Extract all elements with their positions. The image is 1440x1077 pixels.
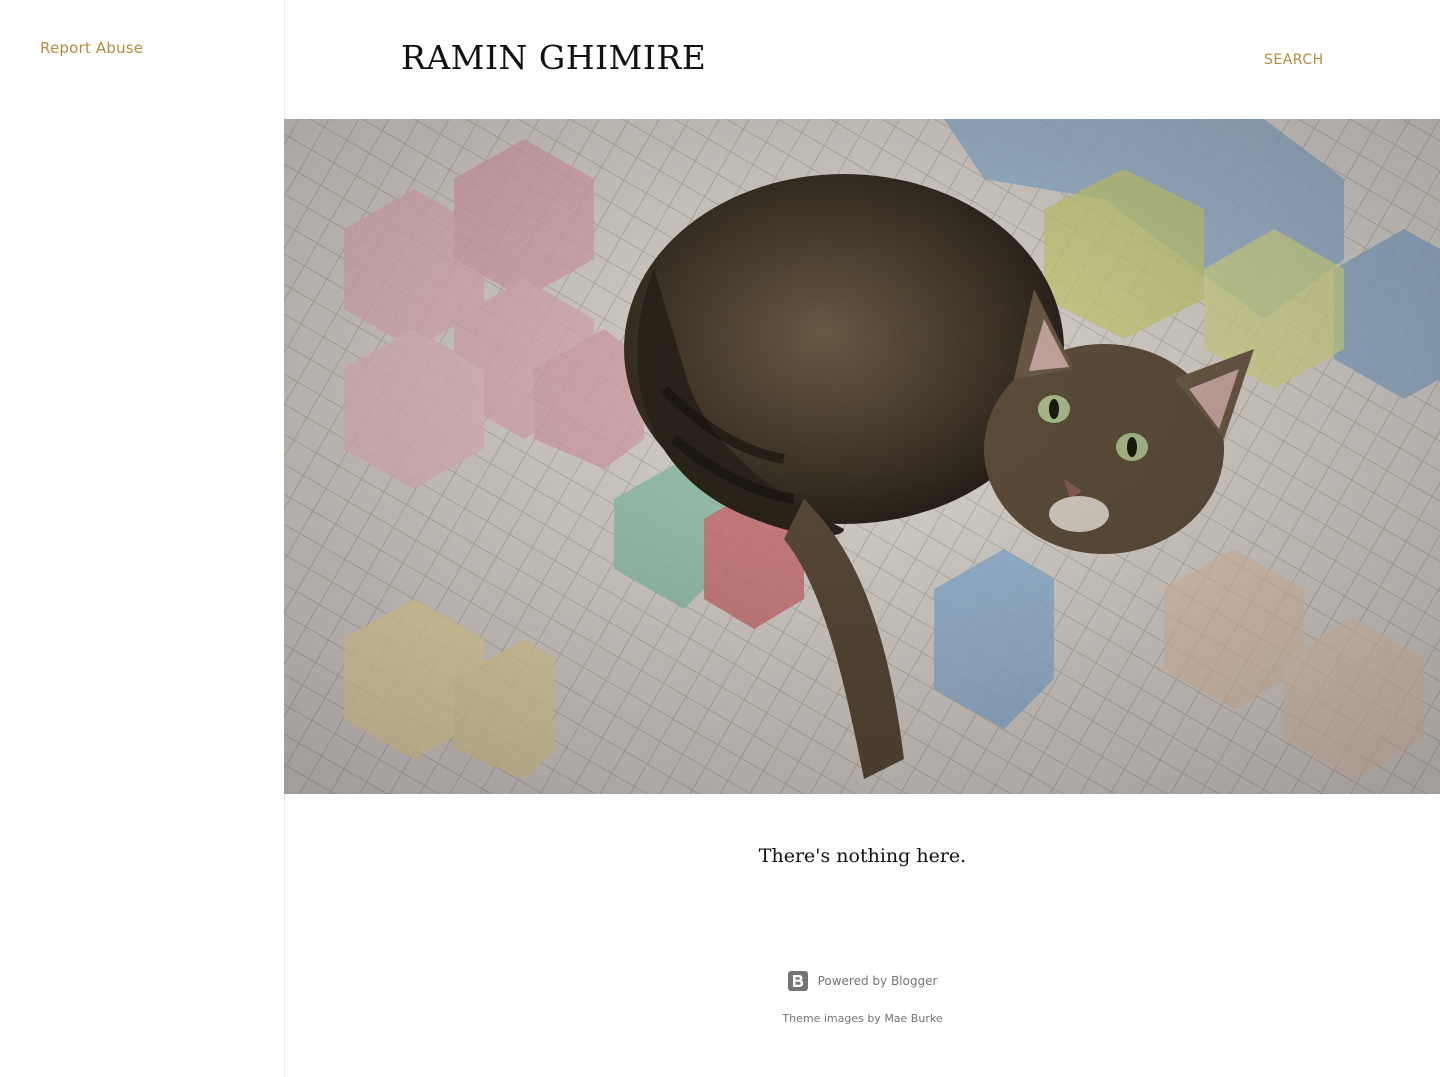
theme-images-credit: Theme images by Mae Burke [285,1012,1440,1025]
header-image [284,119,1440,794]
report-abuse-link[interactable]: Report Abuse [40,39,143,57]
theme-author-link[interactable]: Mae Burke [884,1012,942,1025]
powered-by-blogger: Powered by Blogger [285,971,1440,991]
search-button[interactable]: SEARCH [1264,52,1324,68]
blog-header: RAMIN GHIMIRE SEARCH [285,0,1440,119]
blogger-icon[interactable] [787,971,808,991]
empty-posts-message: There's nothing here. [758,845,967,867]
powered-by-link[interactable]: Powered by Blogger [818,974,938,988]
theme-images-prefix: Theme images by [782,1012,885,1025]
blog-title[interactable]: RAMIN GHIMIRE [401,38,706,77]
sidebar: Report Abuse [0,0,285,1077]
